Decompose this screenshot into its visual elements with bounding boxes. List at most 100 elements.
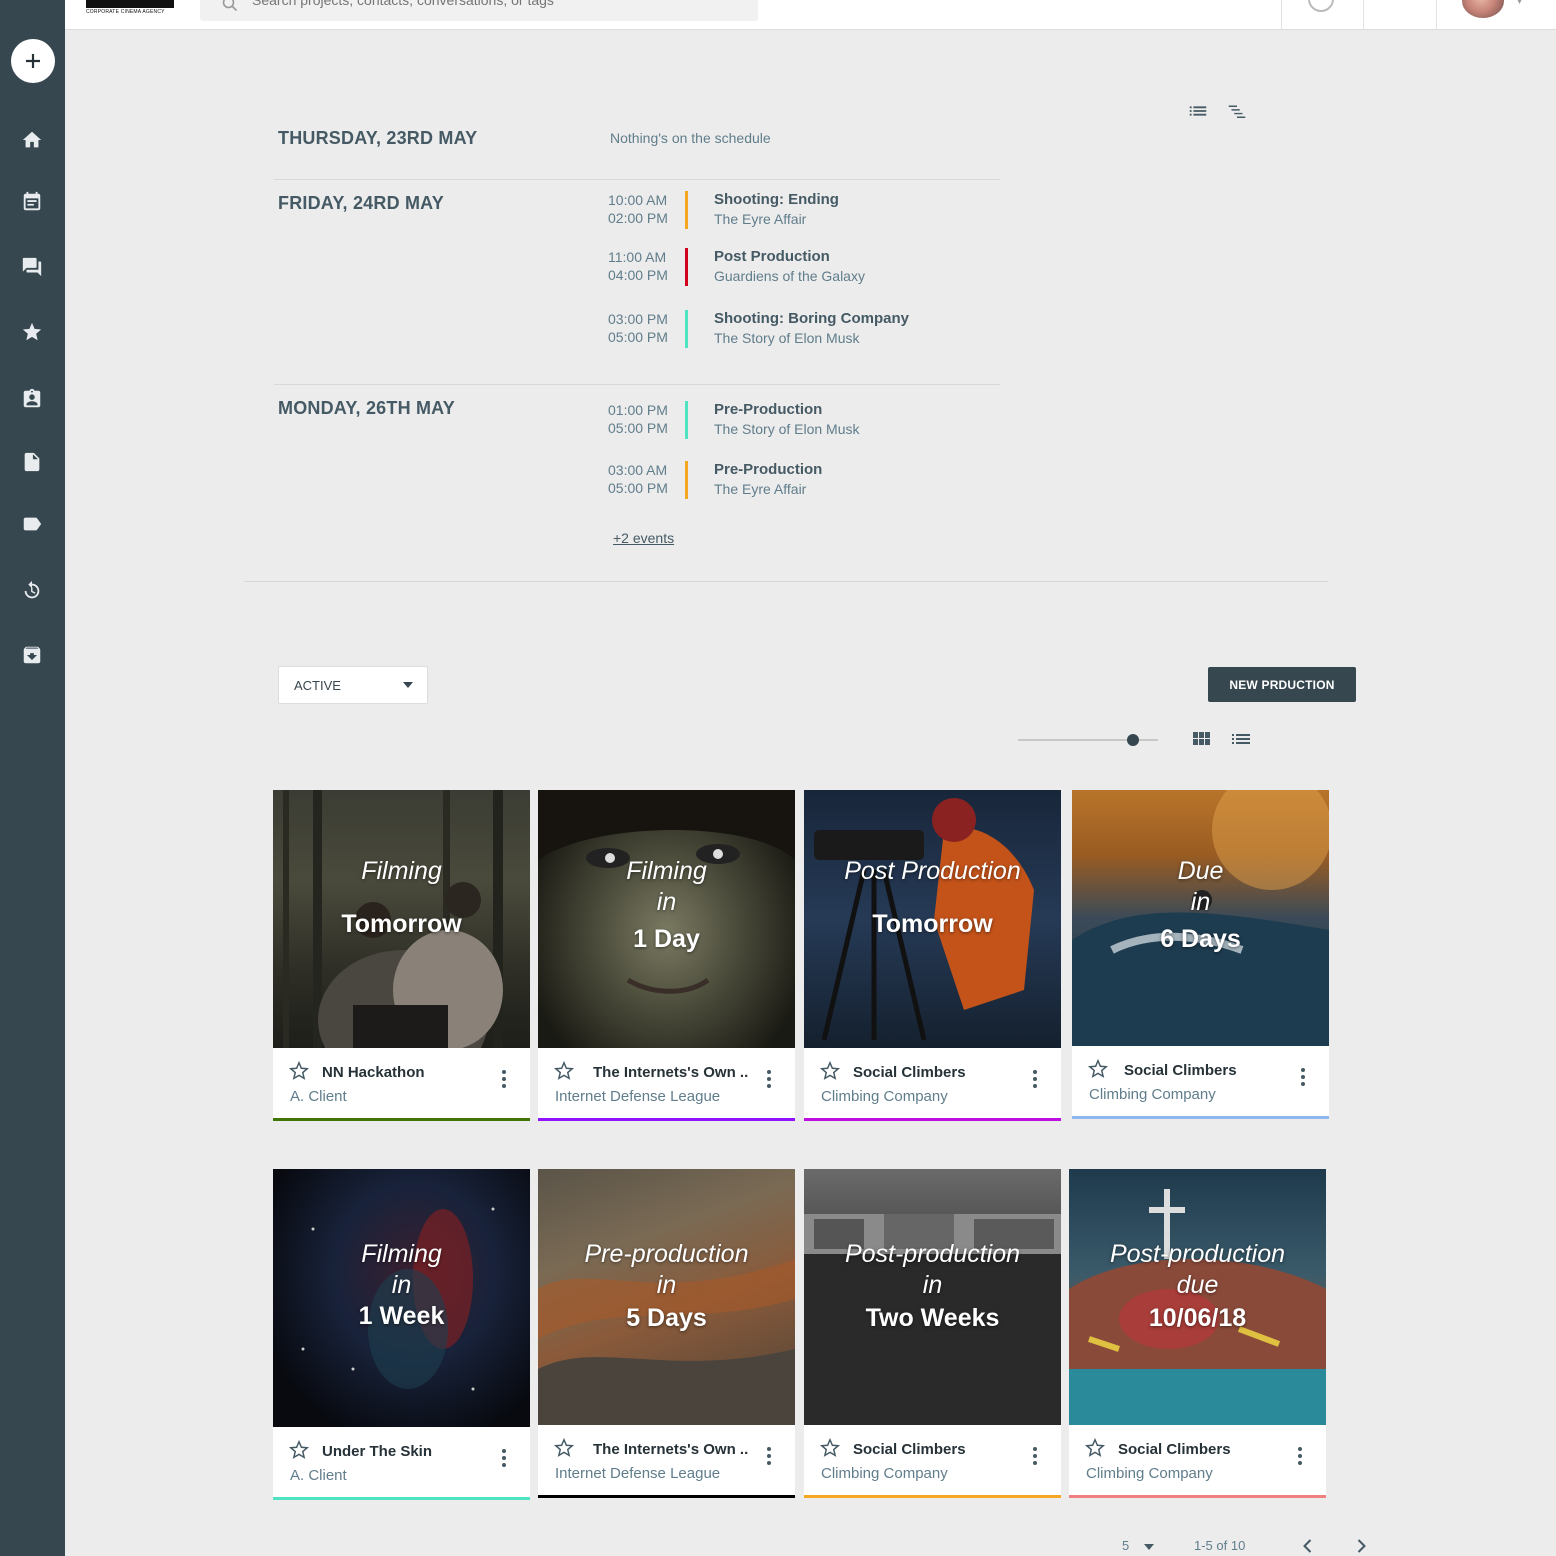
event-project: The Story of Elon Musk — [714, 421, 860, 437]
card-status: Post-production — [1109, 1240, 1286, 1268]
schedule-day-label: MONDAY, 26TH MAY — [278, 398, 455, 418]
favorite-star-icon[interactable] — [553, 1437, 575, 1464]
more-vert-icon[interactable] — [764, 1447, 774, 1469]
favorite-star-icon[interactable] — [288, 1060, 310, 1087]
sidebar-item-messages[interactable] — [20, 255, 44, 279]
card-due: Tomorrow — [872, 910, 993, 938]
more-vert-icon[interactable] — [1030, 1447, 1040, 1469]
more-vert-icon[interactable] — [499, 1449, 509, 1471]
sync-status-icon[interactable] — [1308, 0, 1334, 12]
card-title[interactable]: Social Climbers — [1124, 1062, 1237, 1079]
chat-icon — [22, 257, 42, 277]
card-image[interactable]: Filming Tomorrow — [273, 790, 530, 1048]
next-page-button[interactable] — [1351, 1536, 1371, 1556]
event-project: The Story of Elon Musk — [714, 330, 860, 346]
archive-icon — [23, 646, 41, 664]
card-title[interactable]: Under The Skin — [322, 1443, 432, 1460]
favorite-star-icon[interactable] — [288, 1439, 310, 1466]
caret-down-icon[interactable] — [1144, 1544, 1154, 1550]
list-view-button[interactable] — [1229, 727, 1253, 756]
more-events-link[interactable]: +2 events — [613, 530, 674, 546]
more-vert-icon[interactable] — [499, 1070, 509, 1092]
schedule-empty-message: Nothing's on the schedule — [610, 130, 771, 146]
card-title[interactable]: The Internets's Own .. — [593, 1064, 748, 1081]
card-footer: The Internets's Own .. Internet Defense … — [538, 1048, 795, 1121]
event-color-bar — [685, 248, 688, 286]
card-title[interactable]: Social Climbers — [1118, 1441, 1231, 1458]
schedule-day-label: THURSDAY, 23RD MAY — [278, 128, 478, 148]
card-image[interactable]: Post Production Tomorrow — [804, 790, 1061, 1048]
event-end-time: 05:00 PM — [608, 420, 668, 436]
notification-bell-icon[interactable] — [1391, 0, 1409, 11]
status-filter-select[interactable]: ACTIVE — [278, 666, 428, 704]
sidebar-item-contacts[interactable] — [20, 387, 44, 411]
chevron-down-icon[interactable]: ▾ — [1517, 0, 1522, 7]
document-icon — [24, 452, 40, 472]
search-input[interactable] — [252, 0, 732, 8]
card-client: A. Client — [290, 1467, 347, 1484]
more-vert-icon[interactable] — [1030, 1070, 1040, 1092]
favorite-star-icon[interactable] — [1084, 1437, 1106, 1464]
event-start-time: 01:00 PM — [608, 402, 668, 418]
event-start-time: 03:00 PM — [608, 311, 668, 327]
card-accent-bar — [273, 1497, 530, 1500]
favorite-star-icon[interactable] — [819, 1060, 841, 1087]
card-footer: Social Climbers Climbing Company — [804, 1048, 1061, 1121]
event-start-time: 03:00 AM — [608, 462, 668, 478]
event-start-time: 11:00 AM — [608, 249, 667, 265]
card-image[interactable]: Post-production in Two Weeks — [804, 1169, 1061, 1427]
card-title[interactable]: Social Climbers — [853, 1441, 966, 1458]
event-color-bar — [685, 191, 688, 229]
event-start-time: 10:00 AM — [608, 192, 668, 208]
event-project: The Eyre Affair — [714, 211, 807, 227]
logo-text: CORPORATE CINEMA AGENCY — [86, 9, 165, 15]
search-box[interactable] — [200, 0, 758, 21]
more-vert-icon[interactable] — [764, 1070, 774, 1092]
card-image[interactable]: Filming in 1 Week — [273, 1169, 530, 1427]
card-image[interactable]: Pre-production in 5 Days — [538, 1169, 795, 1427]
favorite-star-icon[interactable] — [819, 1437, 841, 1464]
favorite-star-icon[interactable] — [553, 1060, 575, 1087]
card-status-connector: in — [391, 1271, 412, 1299]
company-logo[interactable]: CORPORATE CINEMA AGENCY — [86, 0, 174, 15]
slider-thumb[interactable] — [1126, 734, 1139, 746]
rows-per-page-select[interactable]: 5 — [1122, 1538, 1129, 1553]
card-footer: Social Climbers Climbing Company — [1072, 1046, 1329, 1119]
sidebar-item-home[interactable] — [20, 128, 44, 152]
user-avatar[interactable] — [1462, 0, 1504, 18]
card-status-connector: in — [922, 1271, 943, 1299]
card-image[interactable]: Filming in 1 Day — [538, 790, 795, 1048]
sidebar-item-calendar[interactable] — [20, 190, 44, 214]
card-accent-bar — [273, 1118, 530, 1121]
search-icon — [222, 0, 238, 17]
card-image[interactable]: Post-production due 10/06/18 — [1069, 1169, 1326, 1427]
card-accent-bar — [804, 1118, 1061, 1121]
grid-view-button[interactable] — [1189, 727, 1213, 756]
sidebar-item-documents[interactable] — [20, 450, 44, 474]
card-title[interactable]: NN Hackathon — [322, 1064, 425, 1081]
new-production-button[interactable]: NEW PRDUCTION — [1208, 667, 1356, 702]
card-status-connector: in — [1190, 888, 1211, 916]
schedule-timeline-view-button[interactable] — [1226, 100, 1248, 127]
card-title[interactable]: Social Climbers — [853, 1064, 966, 1081]
more-vert-icon[interactable] — [1295, 1447, 1305, 1469]
sidebar-item-favorites[interactable] — [20, 320, 44, 344]
previous-page-button[interactable] — [1298, 1536, 1318, 1556]
card-footer: The Internets's Own .. Internet Defense … — [538, 1425, 795, 1498]
card-due: 1 Week — [358, 1302, 445, 1330]
sidebar-item-tags[interactable] — [20, 512, 44, 536]
favorite-star-icon[interactable] — [1087, 1058, 1109, 1085]
card-title[interactable]: The Internets's Own .. — [593, 1441, 748, 1458]
sidebar-item-history[interactable] — [20, 579, 44, 603]
sidebar-item-archive[interactable] — [20, 643, 44, 667]
schedule-list-view-button[interactable] — [1187, 100, 1209, 127]
event-title: Pre-Production — [714, 461, 823, 478]
card-size-slider[interactable] — [1018, 734, 1158, 746]
event-title: Shooting: Ending — [714, 191, 839, 208]
card-accent-bar — [538, 1118, 795, 1121]
add-button[interactable] — [11, 39, 55, 83]
card-image[interactable]: Due in 6 Days — [1072, 790, 1329, 1048]
more-vert-icon[interactable] — [1298, 1068, 1308, 1090]
card-footer: Social Climbers Climbing Company — [1069, 1425, 1326, 1498]
card-status: Post-production — [844, 1240, 1021, 1268]
